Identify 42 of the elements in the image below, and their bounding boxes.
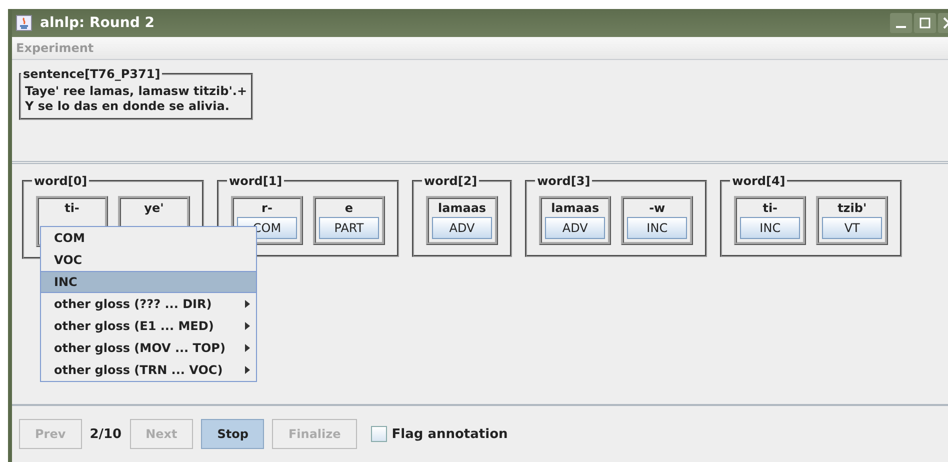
minimize-icon bbox=[896, 26, 906, 28]
gloss-button[interactable]: ADV bbox=[432, 217, 492, 239]
nav-button[interactable]: Stop bbox=[201, 419, 264, 449]
sentence-text: Taye' ree lamas, lamasw titzib'.+ bbox=[25, 84, 248, 99]
morpheme-text: -w bbox=[648, 200, 666, 217]
panel-title: sentence[T76_P371] bbox=[22, 67, 162, 81]
app-icon bbox=[16, 15, 32, 31]
menu-item[interactable]: other gloss (TRN ... VOC) bbox=[41, 359, 256, 381]
maximize-button[interactable] bbox=[914, 13, 936, 33]
gloss-button[interactable]: INC bbox=[627, 217, 688, 239]
panel-title: word[4] bbox=[731, 174, 786, 188]
morpheme-text: r- bbox=[260, 200, 274, 217]
gloss-button[interactable]: VT bbox=[822, 217, 882, 239]
morpheme-text: ti- bbox=[64, 200, 80, 217]
morpheme-text: e bbox=[344, 200, 354, 217]
menu-item[interactable]: INC bbox=[41, 271, 256, 293]
panel-title: word[1] bbox=[228, 174, 284, 188]
window-title: alnlp: Round 2 bbox=[40, 15, 156, 31]
menu-item[interactable]: other gloss (E1 ... MED) bbox=[41, 315, 256, 337]
submenu-arrow-icon bbox=[245, 300, 250, 308]
panel-title: word[0] bbox=[33, 174, 88, 188]
maximize-icon bbox=[919, 17, 931, 29]
submenu-arrow-icon bbox=[245, 322, 250, 330]
menu-item[interactable]: other gloss (MOV ... TOP) bbox=[41, 337, 256, 359]
page-counter: 2/10 bbox=[90, 426, 122, 442]
gloss-button[interactable]: PART bbox=[319, 217, 379, 239]
morpheme-text: tzib' bbox=[836, 200, 868, 217]
morpheme-text: ti- bbox=[762, 200, 779, 217]
panel-title: word[3] bbox=[536, 174, 592, 188]
gloss-button[interactable]: INC bbox=[740, 217, 800, 239]
morpheme-text: ye' bbox=[143, 200, 165, 217]
submenu-arrow-icon bbox=[245, 344, 250, 352]
menu-item[interactable]: VOC bbox=[41, 249, 256, 271]
panel-title: word[2] bbox=[423, 174, 478, 188]
submenu-arrow-icon bbox=[245, 366, 250, 374]
morpheme-text: lamaas bbox=[550, 200, 600, 217]
morpheme-text: lamaas bbox=[437, 200, 488, 217]
gloss-button[interactable]: ADV bbox=[545, 217, 606, 239]
menu-item[interactable]: other gloss (??? ... DIR) bbox=[41, 293, 256, 315]
sentence-text: Y se lo das en donde se alivia. bbox=[25, 99, 230, 114]
minimize-button[interactable] bbox=[890, 13, 912, 33]
flag-checkbox[interactable]: Flag annotation bbox=[370, 426, 508, 442]
